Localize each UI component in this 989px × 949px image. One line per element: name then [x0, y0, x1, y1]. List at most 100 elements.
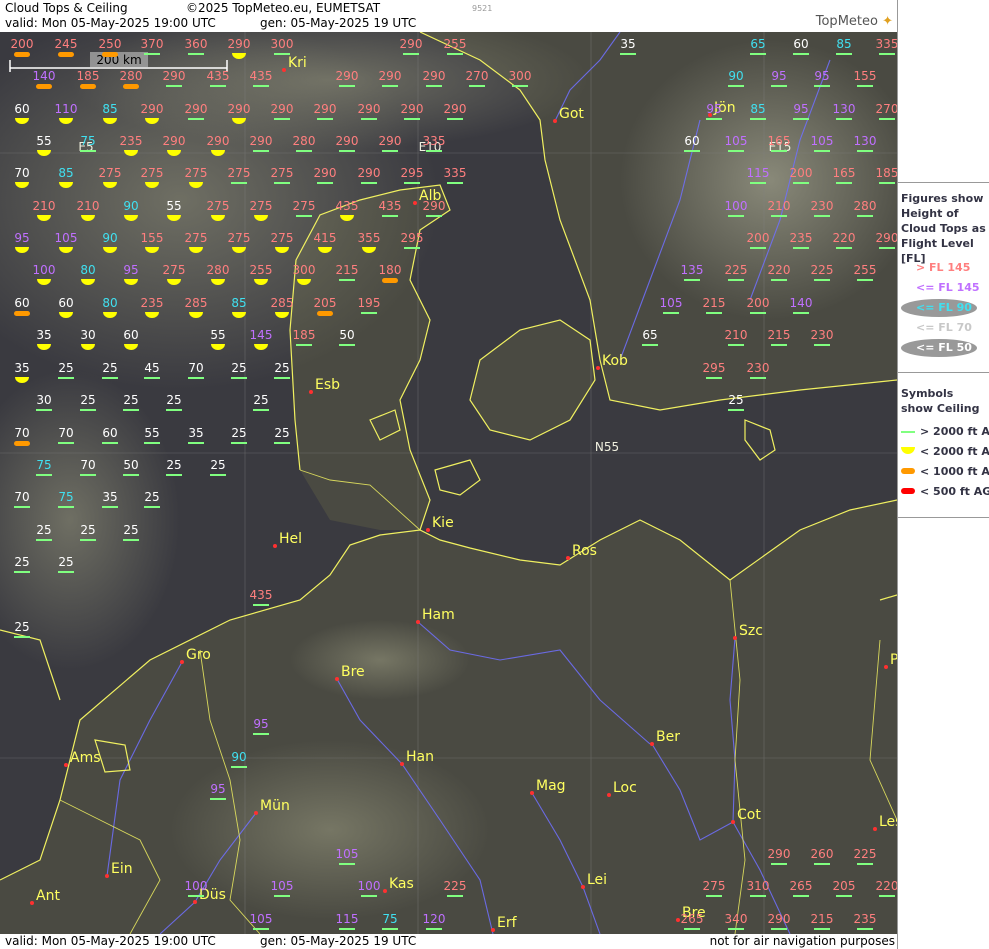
cloud-top-value: 60 — [102, 426, 117, 440]
city-label: Les — [879, 814, 897, 830]
ceiling-1000-symbol — [382, 278, 398, 283]
city-dot — [282, 68, 286, 72]
cloud-top-value: 275 — [185, 231, 208, 245]
observation-marker: 55 — [166, 199, 182, 221]
cloud-top-value: 275 — [250, 199, 273, 213]
observation-marker: 60 — [14, 296, 30, 316]
ceiling-ok-icon — [901, 431, 915, 433]
city-dot — [426, 528, 430, 532]
cloud-top-value: 230 — [747, 361, 770, 375]
city-dot — [64, 763, 68, 767]
cloud-top-value: 205 — [833, 879, 856, 893]
cloud-top-value: 290 — [336, 134, 359, 148]
cloud-top-value: 290 — [314, 166, 337, 180]
cloud-top-value: 290 — [400, 37, 423, 51]
observation-marker: 60 — [14, 102, 30, 124]
city-label: Kri — [288, 55, 307, 71]
cloud-tops-map: 200 km E10 E15E5N55 KriGot JönEsbKobAlbKie… — [0, 32, 897, 934]
city-label: Loc — [613, 780, 637, 796]
cloud-top-value: 25 — [80, 393, 95, 407]
footer-bar: valid: Mon 05-May-2025 19:00 UTC gen: 05… — [0, 934, 897, 949]
cloud-top-value: 65 — [750, 37, 765, 51]
cloud-top-value: 180 — [379, 263, 402, 277]
cloud-top-value: 340 — [725, 912, 748, 926]
city-marker: Mün — [254, 798, 290, 815]
city-label: Kas — [389, 876, 414, 892]
city-label: Erf — [497, 915, 518, 931]
cloud-top-value: 185 — [876, 166, 897, 180]
cloud-top-value: 290 — [185, 102, 208, 116]
cloud-top-value: 245 — [55, 37, 78, 51]
cloud-top-value: 60 — [14, 296, 29, 310]
city-label: Ein — [111, 861, 133, 877]
cloud-top-value: 25 — [58, 555, 73, 569]
ceiling-1000-symbol — [123, 84, 139, 89]
ceiling-1000-symbol — [102, 52, 118, 57]
city-dot — [416, 620, 420, 624]
cloud-top-value: 25 — [231, 426, 246, 440]
cloud-top-value: 25 — [58, 361, 73, 375]
city-marker: Mag — [530, 778, 566, 795]
legend-fl-item: > FL 145 — [916, 261, 971, 274]
cloud-top-value: 275 — [271, 231, 294, 245]
observation-marker: 60 — [58, 296, 74, 318]
cloud-top-value: 90 — [102, 231, 117, 245]
cloud-top-value: 25 — [728, 393, 743, 407]
cloud-top-value: 165 — [833, 166, 856, 180]
city-dot — [731, 820, 735, 824]
city-dot — [180, 660, 184, 664]
cloud-top-value: 30 — [36, 393, 51, 407]
cloud-top-value: 275 — [271, 166, 294, 180]
cloud-top-value: 85 — [836, 37, 851, 51]
cloud-top-value: 105 — [250, 912, 273, 926]
cloud-top-value: 370 — [141, 37, 164, 51]
cloud-top-value: 225 — [444, 879, 467, 893]
cloud-top-value: 60 — [793, 37, 808, 51]
cloud-top-value: 200 — [747, 231, 770, 245]
cloud-top-value: 220 — [768, 263, 791, 277]
cloud-top-value: 95 — [814, 69, 829, 83]
cloud-top-value: 45 — [144, 361, 159, 375]
cloud-top-value: 235 — [790, 231, 813, 245]
cloud-top-value: 60 — [684, 134, 699, 148]
cloud-top-value: 35 — [14, 361, 29, 375]
cloud-top-value: 95 — [14, 231, 29, 245]
cloud-top-value: 300 — [271, 37, 294, 51]
city-dot — [596, 366, 600, 370]
legend-fl-item: <= FL 70 — [916, 321, 972, 334]
cloud-top-value: 80 — [102, 296, 117, 310]
cloud-top-value: 25 — [274, 361, 289, 375]
cloud-top-value: 105 — [660, 296, 683, 310]
logo-star-icon: ✦ — [882, 14, 893, 29]
cloud-top-value: 265 — [790, 879, 813, 893]
cloud-top-value: 290 — [401, 102, 424, 116]
legend-figures-title: Figures show Height of Cloud Tops as Fli… — [901, 192, 986, 265]
city-label: Mag — [536, 778, 566, 794]
cloud-top-value: 50 — [123, 458, 138, 472]
valid-time: valid: Mon 05-May-2025 19:00 UTC — [5, 16, 216, 30]
cloud-top-value: 25 — [166, 458, 181, 472]
legend-divider-mid — [898, 372, 989, 373]
cloud-top-value: 200 — [747, 296, 770, 310]
cloud-top-value: 25 — [36, 523, 51, 537]
city-dot — [650, 742, 654, 746]
cloud-top-value: 295 — [401, 166, 424, 180]
cloud-top-value: 90 — [231, 750, 246, 764]
cloud-top-value: 215 — [811, 912, 834, 926]
cloud-top-value: 290 — [271, 102, 294, 116]
cloud-top-value: 290 — [163, 69, 186, 83]
cloud-top-value: 435 — [336, 199, 359, 213]
chart-window: Cloud Tops & Ceiling ©2025 TopMeteo.eu, … — [0, 0, 989, 949]
cloud-top-value: 225 — [854, 847, 877, 861]
city-label: Kob — [602, 353, 628, 369]
cloud-top-value: 85 — [750, 102, 765, 116]
cloud-top-value: 25 — [210, 458, 225, 472]
city-dot — [335, 677, 339, 681]
cloud-top-value: 290 — [228, 102, 251, 116]
cloud-top-value: 105 — [725, 134, 748, 148]
cloud-top-value: 210 — [725, 328, 748, 342]
cloud-top-value: 255 — [444, 37, 467, 51]
cloud-top-value: 75 — [80, 134, 95, 148]
observation-marker: 95 — [14, 231, 30, 253]
city-label: Bre — [341, 664, 365, 680]
